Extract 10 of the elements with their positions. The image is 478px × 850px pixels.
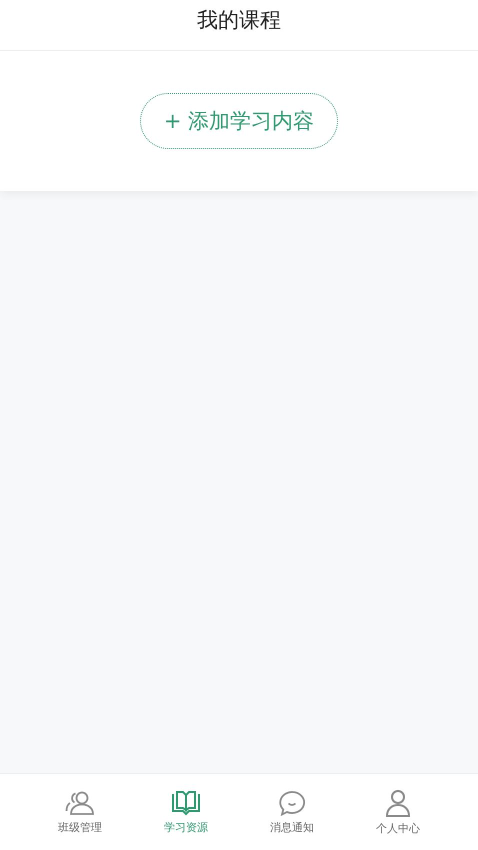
tab-item[interactable]: 班级管理 (27, 774, 133, 850)
people-icon (65, 790, 95, 816)
chat-icon (278, 790, 306, 816)
tab-item[interactable]: 个人中心 (345, 774, 451, 850)
person-icon (385, 788, 411, 816)
add-content-button[interactable]: + 添加学习内容 (140, 93, 338, 149)
tab-item[interactable]: 学习资源 (133, 774, 239, 850)
page-title: 我的课程 (197, 7, 281, 34)
tab-item[interactable]: 消息通知 (239, 774, 345, 850)
book-icon (171, 790, 201, 816)
